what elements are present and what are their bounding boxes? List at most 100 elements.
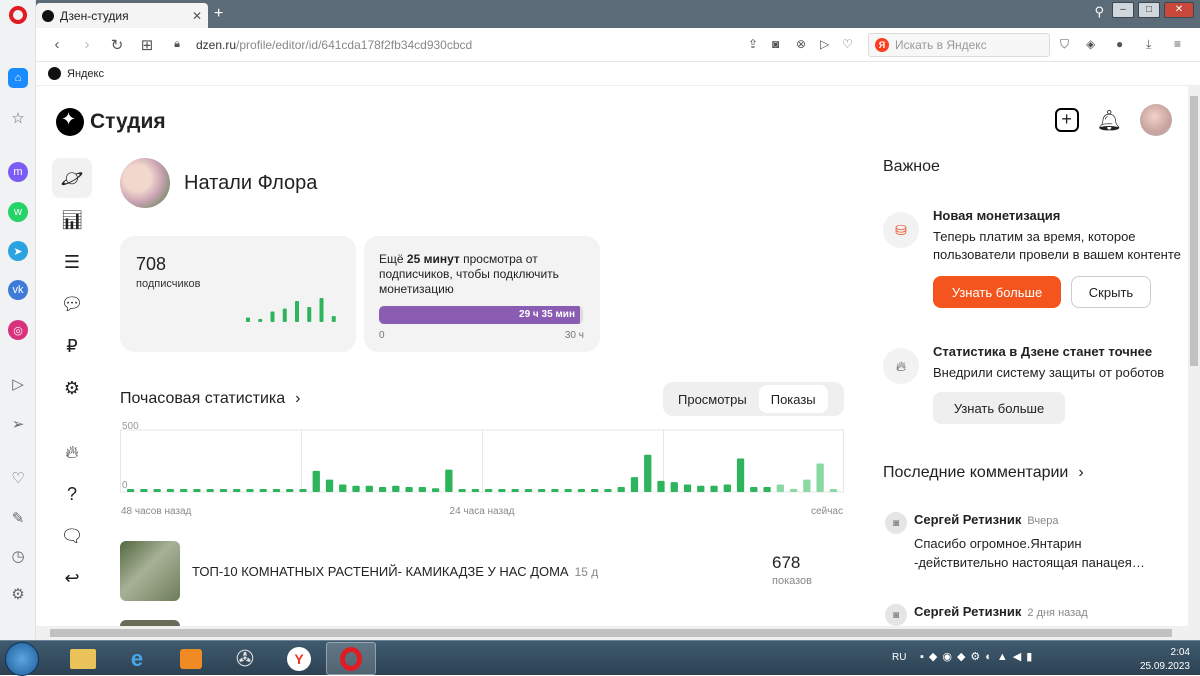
toggle-impressions[interactable]: Показы [758,385,828,413]
nav-chat-icon[interactable]: 🗨︎ [52,516,92,556]
start-button[interactable] [5,642,39,676]
hourly-bar-chart: 500 0 48 часов назад 24 часа назад сейчас [120,422,844,517]
window-controls: – □ ✕ [1112,2,1194,18]
camera-icon[interactable]: ◙ [772,37,779,51]
horizontal-scroll-thumb[interactable] [50,629,1172,637]
bookmarks-bar: Яндекс [36,62,1200,86]
nav-monetization-ruble-icon[interactable]: ₽ [52,326,92,366]
yandex-search-input[interactable]: Я Искать в Яндекс [868,33,1050,57]
chart-bar [140,489,148,492]
download-icon[interactable]: ⤓ [1146,37,1151,52]
nav-stats-icon[interactable]: 📊︎ [52,200,92,240]
notifications-bell-icon[interactable]: 🔔︎ [1097,108,1122,133]
video-editor-icon[interactable] [166,642,216,675]
nav-help-icon[interactable]: ? [52,474,92,514]
chart-bar [418,487,426,492]
vk-icon[interactable]: vk [8,280,28,300]
vertical-scroll-thumb[interactable] [1190,96,1198,366]
chart-bar [498,489,506,492]
tab-dzen-studio[interactable]: Дзен-студия ✕ [36,3,208,28]
yandex-icon: Я [875,38,889,52]
profile-icon[interactable]: ● [1116,37,1123,51]
clock[interactable]: 2:04 25.09.2023 [1140,646,1190,674]
camera-avatar-icon: ◙ [885,604,907,626]
opera-logo-icon[interactable] [9,6,27,24]
user-avatar[interactable] [1140,104,1172,136]
back-icon[interactable]: ‹ [48,36,66,53]
nav-back-arrow-icon[interactable]: ↩ [52,558,92,598]
media-reel-icon[interactable]: ✇ [220,642,270,675]
learn-more-button-2[interactable]: Узнать больше [933,392,1065,424]
opera-taskbar-icon[interactable] [326,642,376,675]
studio-logo[interactable]: Студия [56,108,166,136]
comments-link[interactable]: Последние комментарии › [883,464,1084,482]
clock-time: 2:04 [1170,647,1190,658]
bookmark-yandex[interactable]: Яндекс [67,68,104,80]
bookmarks-icon[interactable]: ☆ [8,108,28,128]
vertical-scrollbar[interactable] [1188,86,1200,626]
nav-comments-icon[interactable]: 💬︎ [52,284,92,324]
progress-max-label: 30 ч [564,330,584,341]
maximize-button[interactable]: □ [1138,2,1160,18]
close-window-button[interactable]: ✕ [1164,2,1194,18]
history-icon[interactable]: ◷ [8,546,28,566]
minimize-button[interactable]: – [1112,2,1134,18]
chart-bar [312,470,320,492]
hourly-stats-link[interactable]: Почасовая статистика › [120,390,301,408]
nav-settings-gear-icon[interactable]: ⚙ [52,368,92,408]
lock-icon: 🔒︎ [174,38,180,50]
shield-icon[interactable]: ⛉ [1060,37,1069,52]
new-tab-button[interactable]: + [214,5,223,23]
monetization-card[interactable]: Ещё 25 минут просмотра от подписчиков, ч… [364,236,600,352]
url-field[interactable]: dzen.ru/profile/editor/id/641cda178f2fb3… [196,38,472,52]
search-tabs-icon[interactable]: ⚲ [1094,4,1104,20]
ie-icon[interactable]: e [112,642,162,675]
menu-icon[interactable]: ≡ [1174,37,1181,51]
notice-desc: Теперь платим за время, которое пользова… [933,229,1181,262]
settings-icon[interactable]: ⚙ [8,584,28,604]
edit-icon[interactable]: ✎ [8,508,28,528]
comments-title: Последние комментарии [883,464,1069,481]
forward-icon[interactable]: › [78,36,96,53]
tray-icons[interactable]: ▪◆◉◆⚙◐▲◀▮ [920,650,1037,663]
dzen-favicon-icon [42,9,54,22]
nav-fire-icon[interactable]: 🔥︎ [52,432,92,472]
reload-icon[interactable]: ↻ [108,36,126,54]
block-icon[interactable]: ⊗ [796,37,806,51]
monetization-progress-bar: 29 ч 35 мин [379,306,583,324]
whatsapp-icon[interactable]: w [8,202,28,222]
toggle-views[interactable]: Просмотры [666,385,759,413]
progress-min-label: 0 [379,330,385,341]
chart-bar [206,489,214,492]
subscribers-trend-chart [246,298,336,322]
chart-bar [617,487,625,492]
share-icon[interactable]: ⇪ [748,37,758,51]
send-icon[interactable]: ▷ [820,37,829,51]
extensions-icon[interactable]: ◈ [1086,37,1095,51]
messenger-icon[interactable]: m [8,162,28,182]
chart-bar [577,489,586,492]
learn-more-button[interactable]: Узнать больше [933,276,1061,308]
telegram-icon[interactable]: ➤ [8,241,28,261]
heart-icon[interactable]: ♡ [8,468,28,488]
trend-bar [319,298,324,322]
create-post-button[interactable]: + [1054,108,1079,132]
horizontal-scrollbar[interactable] [36,626,1200,640]
chart-bar [365,485,373,492]
favorite-heart-icon[interactable]: ♡ [842,37,853,51]
subscribers-card[interactable]: 708 подписчиков [120,236,356,352]
close-tab-icon[interactable]: ✕ [192,9,202,23]
nav-main-planet-icon[interactable]: 🪐︎ [52,158,92,198]
speed-dial-icon[interactable]: ⌂ [8,68,28,88]
tabs-grid-icon[interactable]: ⊞ [138,36,156,54]
channel-avatar[interactable] [120,158,170,208]
language-indicator[interactable]: RU [892,652,906,663]
article-row[interactable]: ТОП-10 КОМНАТНЫХ РАСТЕНИЙ- КАМИКАДЗЕ У Н… [120,541,844,601]
nav-publications-icon[interactable]: ☰ [52,242,92,282]
explorer-icon[interactable] [58,642,108,675]
hide-button[interactable]: Скрыть [1071,276,1151,308]
flow-icon[interactable]: ➢ [8,414,28,434]
instagram-icon[interactable]: ◎ [8,320,28,340]
yandex-browser-icon[interactable]: Y [274,642,324,675]
player-icon[interactable]: ▷ [8,374,28,394]
